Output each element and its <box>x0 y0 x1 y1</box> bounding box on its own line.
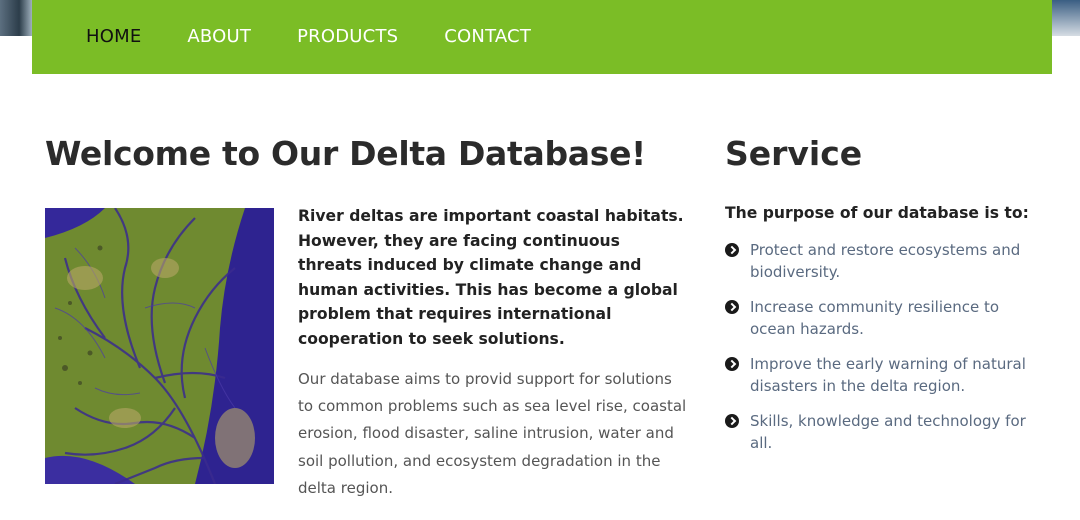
river-delta-satellite-image <box>45 208 274 484</box>
list-item: Improve the early warning of natural dis… <box>725 354 1045 397</box>
list-item: Protect and restore ecosystems and biodi… <box>725 240 1045 283</box>
nav-item-contact[interactable]: CONTACT <box>444 26 531 47</box>
service-item-text: Skills, knowledge and technology for all… <box>750 412 1026 452</box>
intro-body-text: Our database aims to provid support for … <box>298 370 687 497</box>
welcome-title: Welcome to Our Delta Database! <box>45 134 646 173</box>
service-item-text: Protect and restore ecosystems and biodi… <box>750 241 1021 281</box>
chevron-right-circle-icon <box>725 357 739 371</box>
nav-item-home[interactable]: HOME <box>86 26 141 47</box>
page: HOME ABOUT PRODUCTS CONTACT Welcome to O… <box>0 0 1080 520</box>
hero-image-edge-right <box>1050 0 1080 36</box>
list-item: Increase community resilience to ocean h… <box>725 297 1045 340</box>
list-item: Skills, knowledge and technology for all… <box>725 411 1045 454</box>
chevron-right-circle-icon <box>725 300 739 314</box>
hero-image-edge-left <box>0 0 32 36</box>
nav-item-about[interactable]: ABOUT <box>187 26 251 47</box>
service-item-text: Increase community resilience to ocean h… <box>750 298 1000 338</box>
service-item-text: Improve the early warning of natural dis… <box>750 355 1026 395</box>
service-title: Service <box>725 134 863 173</box>
service-list: Protect and restore ecosystems and biodi… <box>725 240 1045 468</box>
main-navbar: HOME ABOUT PRODUCTS CONTACT <box>32 0 1052 74</box>
service-subtitle: The purpose of our database is to: <box>725 204 1029 222</box>
chevron-right-circle-icon <box>725 243 739 257</box>
intro-highlight-text: River deltas are important coastal habit… <box>298 207 684 348</box>
chevron-right-circle-icon <box>725 414 739 428</box>
nav-item-products[interactable]: PRODUCTS <box>297 26 398 47</box>
